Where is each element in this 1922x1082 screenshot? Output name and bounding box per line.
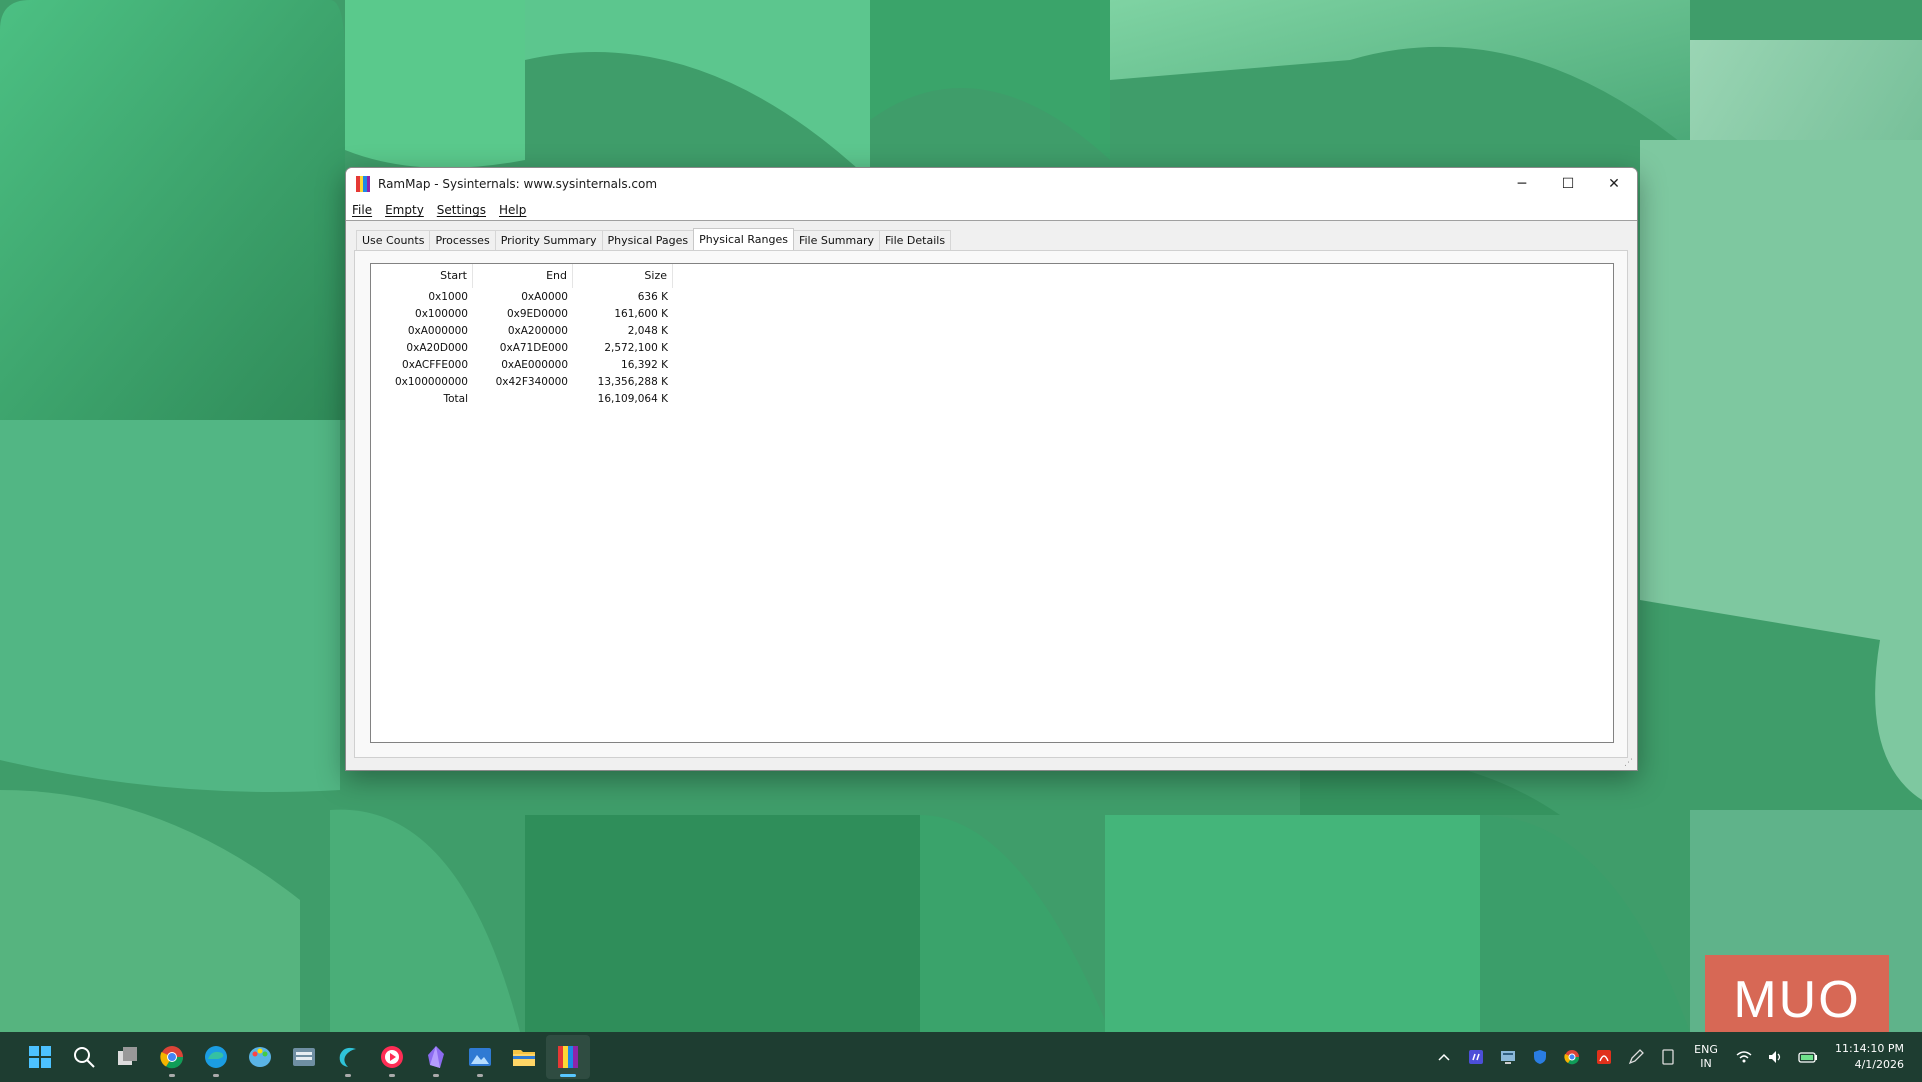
title-bar[interactable]: RamMap - Sysinternals: www.sysinternals.… [346,168,1637,200]
chevron-up-icon[interactable] [1428,1053,1460,1061]
table-row[interactable]: 0xA000000 0xA200000 2,048 K [371,323,673,340]
tab-file-summary[interactable]: File Summary [792,230,881,250]
rammap-app-icon [356,176,370,192]
table-row-total[interactable]: Total 16,109,064 K [371,391,673,408]
tab-file-details[interactable]: File Details [879,230,952,250]
display-icon[interactable] [1492,1050,1524,1064]
language-region: IN [1700,1057,1712,1070]
cell-size: 16,392 K [621,359,668,371]
edge-icon[interactable] [194,1035,238,1079]
task-view-icon[interactable] [106,1035,150,1079]
language-code: ENG [1694,1043,1718,1056]
volume-icon[interactable] [1760,1050,1792,1064]
pen-icon[interactable] [1620,1049,1652,1065]
cell-total-size: 16,109,064 K [597,393,668,405]
cell-end: 0xA0000 [521,291,568,303]
maximize-button[interactable]: ☐ [1545,168,1591,200]
cell-end: 0xAE000000 [501,359,568,371]
rammap-window: RamMap - Sysinternals: www.sysinternals.… [345,167,1638,771]
close-button[interactable]: ✕ [1591,168,1637,200]
table-row[interactable]: 0x100000000 0x42F340000 13,356,288 K [371,374,673,391]
cell-start: 0xA000000 [407,325,468,337]
cell-size: 2,048 K [627,325,668,337]
tablet-icon[interactable] [1652,1049,1684,1065]
menu-file[interactable]: File [346,203,379,217]
column-header-end[interactable]: End [473,264,573,288]
browser-app-icon[interactable] [326,1035,370,1079]
acrobat-icon[interactable] [1588,1049,1620,1065]
cell-start: 0x100000000 [394,376,468,388]
table-row[interactable]: 0x100000 0x9ED0000 161,600 K [371,306,673,323]
menu-bar: File Empty Settings Help [346,200,1637,221]
cell-start: 0xACFFE000 [402,359,468,371]
cell-size: 13,356,288 K [597,376,668,388]
menu-empty[interactable]: Empty [379,203,431,217]
column-header-size[interactable]: Size [573,264,673,288]
menu-help[interactable]: Help [493,203,533,217]
search-icon[interactable] [62,1035,106,1079]
tab-physical-pages[interactable]: Physical Pages [601,230,695,250]
tab-processes[interactable]: Processes [429,230,496,250]
cell-start: 0x1000 [428,291,468,303]
clock-time: 11:14:10 PM [1834,1042,1904,1055]
tab-panel: Start End Size 0x1000 0xA0000 636 K 0x10… [354,250,1628,758]
chrome-icon[interactable] [150,1035,194,1079]
window-title: RamMap - Sysinternals: www.sysinternals.… [378,177,658,191]
cell-total-label: Total [443,393,468,405]
rammap-icon[interactable] [546,1035,590,1079]
cell-size: 636 K [637,291,668,303]
list-header: Start End Size [371,264,673,288]
tab-priority-summary[interactable]: Priority Summary [494,230,603,250]
taskbar: ENG IN 11:14:10 PM 4/1/2026 [0,1032,1922,1082]
obsidian-icon[interactable] [414,1035,458,1079]
tab-physical-ranges[interactable]: Physical Ranges [693,228,794,251]
cell-end: 0x42F340000 [495,376,568,388]
cell-start: 0xA20D000 [406,342,468,354]
table-row[interactable]: 0xA20D000 0xA71DE000 2,572,100 K [371,340,673,357]
keyboard-app-icon[interactable] [282,1035,326,1079]
notes-icon[interactable] [1460,1049,1492,1065]
chrome-tray-icon[interactable] [1556,1049,1588,1065]
system-clock[interactable]: 11:14:10 PM 4/1/2026 [1824,1041,1922,1073]
column-header-start[interactable]: Start [371,264,473,288]
taskbar-apps [18,1032,590,1082]
battery-icon[interactable] [1792,1051,1824,1063]
media-player-icon[interactable] [370,1035,414,1079]
wifi-icon[interactable] [1728,1050,1760,1064]
menu-settings[interactable]: Settings [431,203,493,217]
clock-date: 4/1/2026 [1854,1058,1904,1071]
physical-ranges-list[interactable]: Start End Size 0x1000 0xA0000 636 K 0x10… [370,263,1614,743]
cell-size: 2,572,100 K [604,342,668,354]
defender-icon[interactable] [1524,1049,1556,1065]
cell-size: 161,600 K [614,308,668,320]
tab-use-counts[interactable]: Use Counts [356,230,431,250]
system-tray: ENG IN 11:14:10 PM 4/1/2026 [1428,1032,1922,1082]
windows-start-icon[interactable] [18,1035,62,1079]
table-row[interactable]: 0x1000 0xA0000 636 K [371,289,673,306]
photos-icon[interactable] [458,1035,502,1079]
table-row[interactable]: 0xACFFE000 0xAE000000 16,392 K [371,357,673,374]
resize-grip-icon[interactable]: ⋰ [1624,758,1633,768]
list-rows: 0x1000 0xA0000 636 K 0x100000 0x9ED0000 … [371,289,673,408]
minimize-button[interactable]: ─ [1499,168,1545,200]
cell-start: 0x100000 [415,308,468,320]
cell-end: 0xA71DE000 [499,342,568,354]
file-explorer-icon[interactable] [502,1035,546,1079]
language-indicator[interactable]: ENG IN [1684,1043,1728,1071]
cell-end [473,391,573,408]
tab-strip: Use Counts Processes Priority Summary Ph… [356,228,952,251]
cell-end: 0xA200000 [507,325,568,337]
paint-icon[interactable] [238,1035,282,1079]
cell-end: 0x9ED0000 [506,308,568,320]
